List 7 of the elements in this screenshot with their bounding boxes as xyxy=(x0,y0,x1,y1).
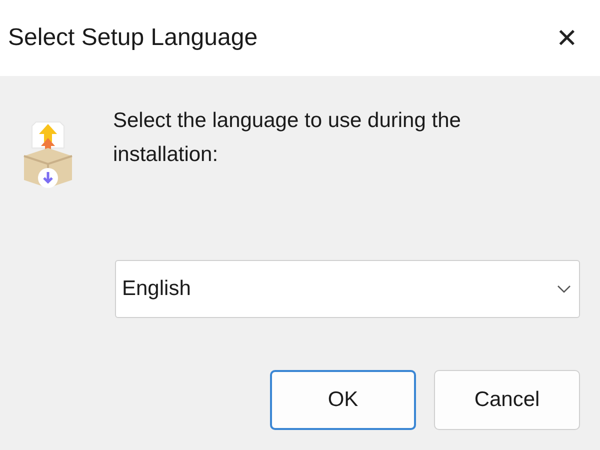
dialog-button[interactable]: Cancel xyxy=(434,370,580,430)
language-dropdown[interactable]: English xyxy=(115,260,580,318)
chevron-down-icon xyxy=(557,285,571,293)
dialog-button[interactable]: OK xyxy=(270,370,416,430)
close-button[interactable]: ✕ xyxy=(534,0,600,76)
instruction-text: Select the language to use during the installation: xyxy=(113,108,462,168)
window-title: Select Setup Language xyxy=(8,24,258,52)
